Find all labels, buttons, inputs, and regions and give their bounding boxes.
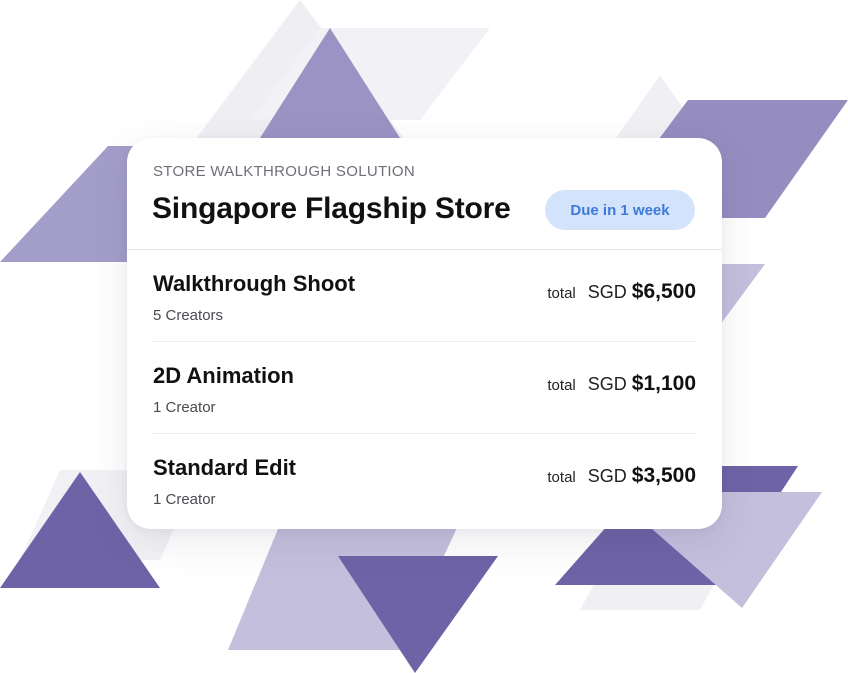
price-currency: SGD xyxy=(587,282,627,302)
price-total-label: total xyxy=(547,285,576,302)
line-item-name: Walkthrough Shoot xyxy=(153,271,356,296)
line-item[interactable]: Standard Edit 1 Creator total SGD $3,500 xyxy=(153,434,696,526)
line-item[interactable]: 2D Animation 1 Creator total SGD $1,100 xyxy=(153,342,696,434)
line-item-creators: 1 Creator xyxy=(153,491,216,508)
card-title: Singapore Flagship Store xyxy=(152,192,511,225)
card-header: STORE WALKTHROUGH SOLUTION Singapore Fla… xyxy=(127,138,722,250)
price-amount: $3,500 xyxy=(631,464,696,487)
solution-card[interactable]: STORE WALKTHROUGH SOLUTION Singapore Fla… xyxy=(127,138,722,529)
price-amount: $1,100 xyxy=(631,372,696,395)
line-item[interactable]: Walkthrough Shoot 5 Creators total SGD $… xyxy=(153,250,696,342)
line-item-price: total SGD $1,100 xyxy=(547,372,696,396)
line-item-price: total SGD $6,500 xyxy=(547,280,696,304)
card-eyebrow: STORE WALKTHROUGH SOLUTION xyxy=(153,163,415,180)
line-item-list: Walkthrough Shoot 5 Creators total SGD $… xyxy=(153,250,696,526)
line-item-name: 2D Animation xyxy=(153,363,294,388)
line-item-name: Standard Edit xyxy=(153,455,297,480)
price-currency: SGD xyxy=(587,374,627,394)
price-currency: SGD xyxy=(587,466,627,486)
line-item-creators: 1 Creator xyxy=(153,399,216,416)
price-total-label: total xyxy=(547,469,576,486)
price-amount: $6,500 xyxy=(631,280,696,303)
due-status-badge: Due in 1 week xyxy=(545,190,695,230)
line-item-creators: 5 Creators xyxy=(153,307,224,324)
line-item-price: total SGD $3,500 xyxy=(547,464,696,488)
price-total-label: total xyxy=(547,377,576,394)
